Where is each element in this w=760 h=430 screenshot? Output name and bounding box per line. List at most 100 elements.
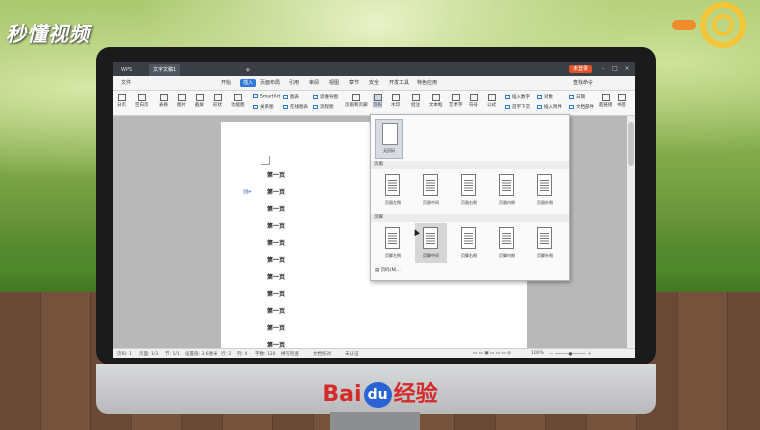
page-number-none-option[interactable]: 无页码: [375, 119, 403, 159]
login-button[interactable]: 未登录: [569, 65, 593, 73]
footer-right-option[interactable]: 页脚右侧: [453, 223, 485, 263]
ribbon-header-footer[interactable]: 页眉和页脚: [345, 94, 368, 108]
footer-center-option[interactable]: 页脚中间: [415, 223, 447, 263]
comment-icon: [411, 94, 420, 101]
ribbon-drop-cap[interactable]: 首字下沉: [505, 104, 530, 110]
doc-line: 第一页: [267, 291, 286, 298]
menu-home[interactable]: 开始: [221, 79, 231, 87]
tab-wps[interactable]: WPS: [117, 64, 136, 76]
page-number-more-option[interactable]: ▤ 页码(N)...: [375, 267, 401, 273]
header-center-option[interactable]: 页眉中间: [415, 170, 447, 210]
ribbon-attachment[interactable]: 插入附件: [537, 104, 562, 110]
ribbon-comment[interactable]: 批注: [411, 94, 420, 108]
insert-ribbon: 分页 空白页 表格 图片 截屏 形状 功能图 SmartArt 图表 关系图 在…: [113, 91, 635, 116]
page-thumb-icon: [499, 227, 514, 249]
ribbon-page-number[interactable]: 页码: [373, 94, 382, 108]
doc-line: 第一页: [267, 223, 286, 230]
tab-document[interactable]: 文字文稿1: [149, 64, 181, 76]
search-command[interactable]: 查找命令: [573, 79, 593, 87]
new-tab-button[interactable]: +: [241, 64, 255, 76]
menu-insert[interactable]: 插入: [240, 79, 257, 87]
menu-section[interactable]: 章节: [349, 79, 359, 87]
ribbon-mindmap[interactable]: 思维导图: [313, 94, 338, 100]
menu-developer[interactable]: 开发工具: [389, 79, 409, 87]
wordart-icon: [451, 94, 460, 101]
table-icon: [159, 94, 168, 101]
ribbon-blank-page[interactable]: 空白页: [135, 94, 149, 108]
page-thumb-icon: [499, 174, 514, 196]
ribbon-symbol[interactable]: 符号: [469, 94, 478, 108]
ribbon-object[interactable]: 对象: [537, 94, 553, 100]
header-outside-option[interactable]: 页眉外侧: [529, 170, 561, 210]
watermark-icon: [391, 94, 400, 101]
status-row: 行: 2: [221, 352, 232, 357]
ribbon-formula[interactable]: 公式: [487, 94, 496, 108]
view-mode-icons[interactable]: ▭ ▭ ▣ ▭ ▭ ▭ ◎: [473, 351, 511, 356]
baidu-jingyan-logo: Bai du 经验: [0, 376, 760, 408]
header-inside-option[interactable]: 页眉内侧: [491, 170, 523, 210]
textbox-icon: [431, 94, 440, 101]
doc-line: 第一页: [267, 240, 286, 247]
header-right-option[interactable]: 页眉右侧: [453, 170, 485, 210]
menu-layout[interactable]: 页面布局: [260, 79, 280, 87]
menu-special[interactable]: 特色应用: [417, 79, 437, 87]
status-zoom[interactable]: 100%: [531, 351, 544, 356]
zoom-slider[interactable]: － ─────●───── ＋: [549, 351, 592, 357]
cloud-icon: [672, 20, 696, 30]
doc-line: 第一页: [267, 172, 286, 179]
status-section: 节: 1/1: [165, 352, 180, 357]
minimize-icon[interactable]: –: [599, 65, 607, 73]
section-header: 页眉: [371, 161, 569, 169]
ribbon-bookmark[interactable]: 书签: [617, 94, 626, 108]
paragraph-handle-icon[interactable]: ▤▸: [243, 188, 252, 195]
margin-corner-mark: [261, 156, 270, 165]
status-spell-check[interactable]: 拼写检查: [281, 351, 299, 357]
ribbon-shape[interactable]: 形状: [213, 94, 222, 108]
ribbon-wordart[interactable]: 艺术字: [449, 94, 463, 108]
close-icon[interactable]: ×: [623, 65, 631, 73]
menu-bar: 文件 开始 插入 页面布局 引用 审阅 视图 章节 安全 开发工具 特色应用 查…: [113, 76, 635, 91]
menu-security[interactable]: 安全: [369, 79, 379, 87]
status-setting: 设置值: 3.6厘米: [185, 352, 218, 357]
header-left-option[interactable]: 页眉左侧: [377, 170, 409, 210]
ribbon-smartart[interactable]: SmartArt: [253, 94, 280, 100]
ribbon-picture[interactable]: 图片: [177, 94, 186, 108]
ribbon-textbox[interactable]: 文本框: [429, 94, 443, 108]
ribbon-function-chart[interactable]: 功能图: [231, 94, 245, 108]
ribbon-insert-number[interactable]: 插入数字: [505, 94, 530, 100]
logo-du: du: [363, 382, 392, 408]
page-thumb-icon: [537, 174, 552, 196]
ribbon-hyperlink[interactable]: 超链接: [599, 94, 613, 108]
ribbon-date[interactable]: 日期: [569, 94, 585, 100]
footer-left-option[interactable]: 页脚左侧: [377, 223, 409, 263]
status-bar: 页码: 1 页面: 1/3 节: 1/1 设置值: 3.6厘米 行: 2 列: …: [113, 348, 635, 358]
ribbon-table[interactable]: 表格: [159, 94, 168, 108]
menu-review[interactable]: 审阅: [309, 79, 319, 87]
status-doc-check[interactable]: 文档校对: [313, 351, 331, 357]
status-cert[interactable]: 未认证: [345, 351, 359, 357]
ribbon-screenshot[interactable]: 截屏: [195, 94, 204, 108]
sun-inner-icon: [712, 14, 734, 36]
menu-view[interactable]: 视图: [329, 79, 339, 87]
menu-references[interactable]: 引用: [289, 79, 299, 87]
status-words: 字数: 120: [255, 352, 276, 357]
footer-inside-option[interactable]: 页脚内侧: [491, 223, 523, 263]
page-number-dropdown: 无页码 页眉 页眉左侧 页眉中间 页眉右侧 页眉内侧 页眉外侧 页脚 页脚左侧 …: [370, 114, 570, 281]
ribbon-chart[interactable]: 图表: [283, 94, 299, 100]
ribbon-online-chart[interactable]: 在线图表: [283, 104, 308, 110]
ribbon-flowchart[interactable]: 流程图: [313, 104, 334, 110]
ribbon-relation-chart[interactable]: 关系图: [253, 104, 274, 110]
header-footer-icon: [352, 94, 361, 101]
maximize-icon[interactable]: □: [611, 65, 619, 73]
page-thumb-icon: [385, 227, 400, 249]
ribbon-page-break[interactable]: 分页: [117, 94, 126, 108]
function-chart-icon: [233, 94, 242, 101]
app-screen: WPS 文字文稿1 + 未登录 – □ × 文件 开始 插入 页面布局 引用 审…: [113, 62, 635, 358]
scrollbar-thumb[interactable]: [628, 122, 634, 166]
menu-file[interactable]: 文件: [121, 79, 131, 87]
ribbon-doc-parts[interactable]: 文档部件: [569, 104, 594, 110]
ribbon-watermark[interactable]: 水印: [391, 94, 400, 108]
vertical-scrollbar[interactable]: [627, 116, 635, 348]
footer-outside-option[interactable]: 页脚外侧: [529, 223, 561, 263]
background-grass-right: [640, 220, 760, 300]
